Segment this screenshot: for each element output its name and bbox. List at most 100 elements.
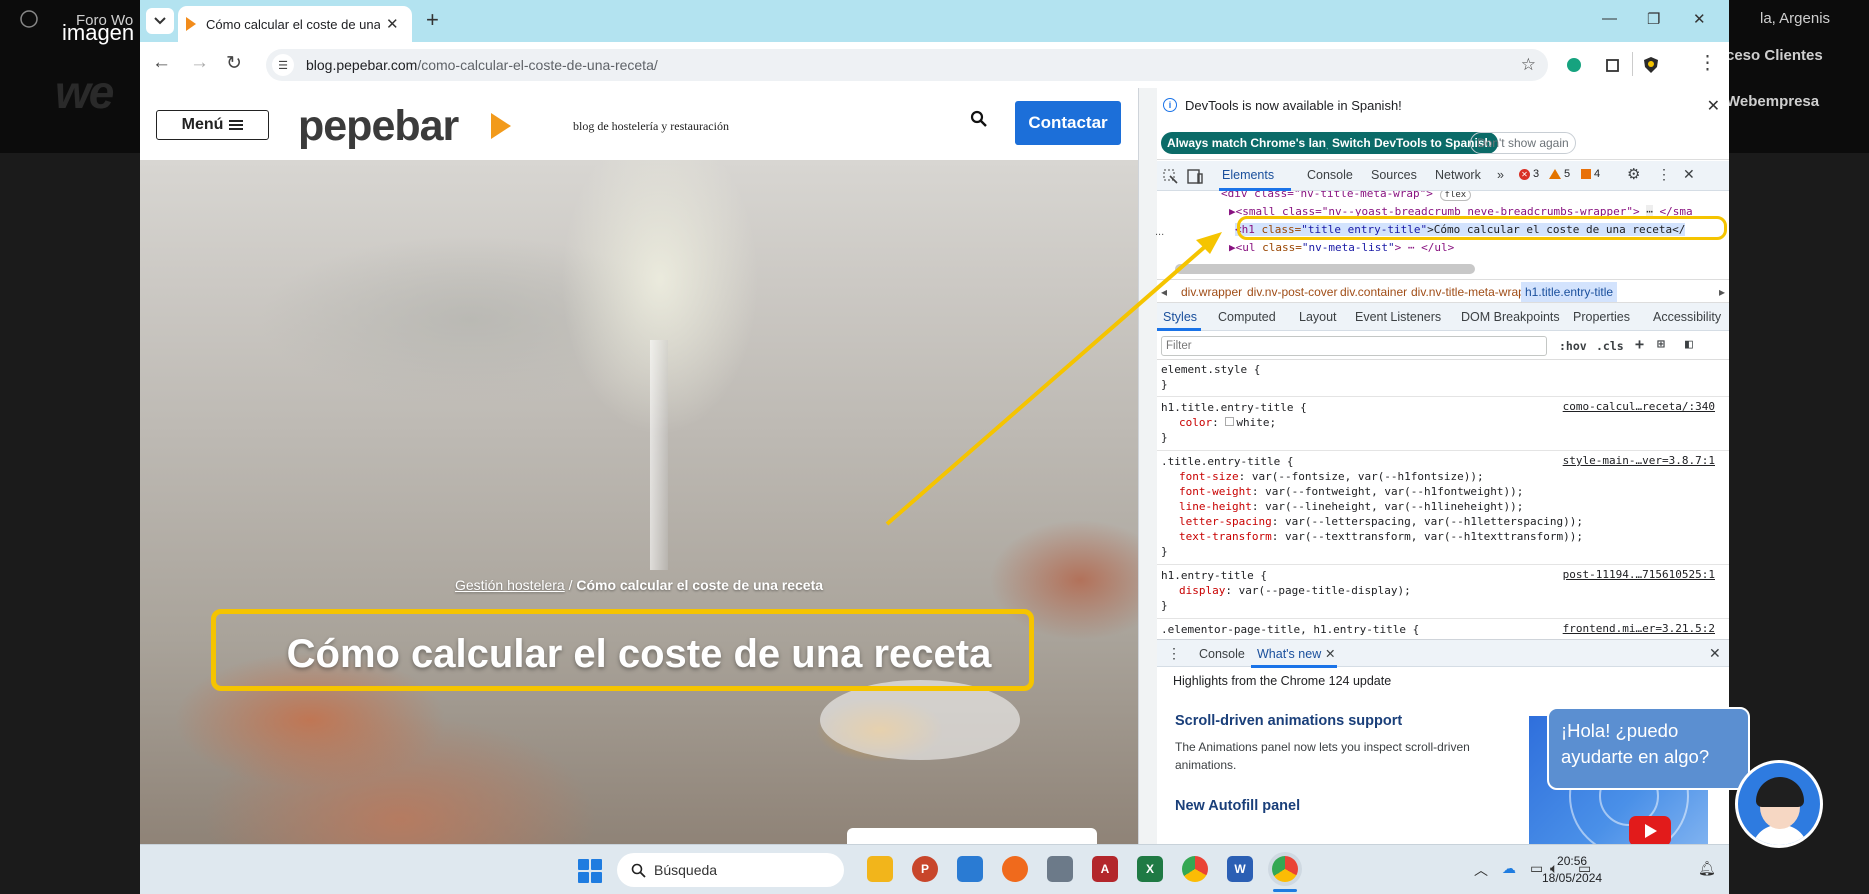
crumb-container[interactable]: div.container (1340, 285, 1407, 299)
warnings-badge[interactable]: 5 (1549, 168, 1570, 180)
new-style-rule-icon[interactable]: + (1635, 335, 1644, 353)
drawer-close-icon[interactable]: ✕ (1709, 645, 1721, 662)
browser-menu-icon[interactable]: ⋮ (1698, 52, 1717, 75)
tray-chevron-up-icon[interactable]: ︿ (1474, 860, 1488, 880)
rule-declaration[interactable]: display: var(--page-title-display); (1161, 583, 1721, 598)
element-state-icon[interactable]: ⊞ (1657, 337, 1665, 352)
errors-badge[interactable]: ✕ 3 (1519, 168, 1539, 180)
crumbs-scroll-right-icon[interactable]: ▸ (1719, 285, 1725, 299)
youtube-play-icon[interactable] (1629, 816, 1671, 844)
chat-greeting-bubble[interactable]: ¡Hola! ¿puedo ayudarte en algo? (1547, 707, 1750, 790)
subtab-layout[interactable]: Layout (1299, 310, 1337, 324)
reload-icon[interactable]: ↻ (226, 52, 242, 75)
dont-show-again-button[interactable]: Don't show again (1470, 132, 1576, 154)
extension-chatgpt-icon[interactable] (1565, 56, 1583, 74)
crumb-wrapper[interactable]: div.wrapper (1181, 285, 1242, 299)
address-bar[interactable]: ☰ blog.pepebar.com/como-calcular-el-cost… (266, 49, 1548, 81)
dom-node-meta-list[interactable]: ▶<ul class="nv-meta-list"> ⋯ </ul> (1229, 241, 1454, 254)
device-toolbar-icon[interactable] (1187, 169, 1203, 184)
crumb-h1-active[interactable]: h1.title.entry-title (1521, 282, 1618, 302)
store-icon[interactable] (957, 856, 983, 882)
notification-bell-icon[interactable]: 🔔︎ (1698, 860, 1716, 877)
dom-horizontal-scrollbar[interactable] (1175, 264, 1475, 274)
subtab-styles[interactable]: Styles (1163, 310, 1197, 324)
chrome-icon[interactable] (1182, 856, 1208, 882)
powerpoint-icon[interactable]: P (912, 856, 938, 882)
word-icon[interactable]: W (1227, 856, 1253, 882)
rule-declaration[interactable]: font-size: var(--fontsize, var(--h1fonts… (1161, 469, 1721, 484)
drawer-tab-console[interactable]: Console (1199, 647, 1245, 661)
excel-icon[interactable]: X (1137, 856, 1163, 882)
firefox-icon[interactable] (1002, 856, 1028, 882)
drawer-tab-whats-new[interactable]: What's new (1257, 647, 1321, 661)
expand-triangle-icon[interactable]: ▶ (1229, 205, 1236, 218)
tab-elements[interactable]: Elements (1222, 168, 1274, 182)
more-tabs-icon[interactable]: » (1497, 168, 1504, 182)
drawer-tab-close-icon[interactable]: ✕ (1325, 646, 1335, 661)
tab-console[interactable]: Console (1307, 168, 1353, 182)
bookmark-star-icon[interactable]: ☆ (1521, 55, 1536, 75)
chat-assistant-avatar[interactable] (1735, 760, 1823, 848)
browser-tab-active[interactable]: Cómo calcular el coste de una r ✕ (178, 6, 412, 42)
toggle-sidebar-icon[interactable]: ◧ (1685, 337, 1693, 352)
color-swatch-icon[interactable] (1225, 417, 1235, 426)
subtab-event-listeners[interactable]: Event Listeners (1355, 310, 1441, 324)
tab-network[interactable]: Network (1435, 168, 1481, 182)
chrome-active-icon[interactable] (1272, 856, 1298, 882)
rule-source-link[interactable]: frontend.mi…er=3.21.5:2 (1563, 622, 1715, 635)
rule-source-link[interactable]: style-main-…ver=3.8.7:1 (1563, 454, 1715, 467)
flex-badge[interactable]: flex (1439, 191, 1472, 201)
class-toggle[interactable]: .cls (1596, 339, 1624, 353)
subtab-properties[interactable]: Properties (1573, 310, 1630, 324)
site-info-icon[interactable]: ☰ (272, 54, 294, 76)
devtools-menu-icon[interactable]: ⋮ (1657, 166, 1671, 183)
expand-triangle-icon[interactable]: ▶ (1229, 241, 1236, 254)
back-icon[interactable]: ← (152, 52, 171, 74)
taskbar-search[interactable]: Búsqueda (617, 853, 844, 887)
whats-new-heading-2[interactable]: New Autofill panel (1175, 798, 1300, 814)
rule-declaration[interactable]: font-weight: var(--fontweight, var(--h1f… (1161, 484, 1721, 499)
drawer-menu-icon[interactable]: ⋮ (1167, 645, 1181, 662)
settings-gear-icon[interactable]: ⚙ (1627, 165, 1640, 183)
crumb-post-cover[interactable]: div.nv-post-cover (1247, 285, 1337, 299)
rule-declaration[interactable]: line-height: var(--lineheight, var(--h1l… (1161, 499, 1721, 514)
rule-source-link[interactable]: como-calcul…receta/:340 (1563, 400, 1715, 413)
subtab-accessibility[interactable]: Accessibility (1653, 310, 1721, 324)
calculator-icon[interactable] (1047, 856, 1073, 882)
rule-source-link[interactable]: post-11194.…715610525:1 (1563, 568, 1715, 581)
rule-declaration[interactable]: color: white; (1161, 415, 1721, 430)
subtab-computed[interactable]: Computed (1218, 310, 1276, 324)
file-explorer-icon[interactable] (867, 856, 893, 882)
new-tab-button[interactable]: + (426, 7, 439, 33)
hover-state-toggle[interactable]: :hov (1559, 339, 1587, 353)
minimize-icon[interactable]: — (1602, 10, 1617, 27)
access-icon[interactable]: A (1092, 856, 1118, 882)
restore-icon[interactable]: ❐ (1647, 10, 1660, 28)
styles-filter-input[interactable]: Filter (1161, 336, 1547, 356)
taskbar-clock[interactable]: 20:56 18/05/2024 (1542, 853, 1602, 887)
windows-start-icon[interactable] (578, 859, 602, 883)
inspect-element-icon[interactable] (1163, 169, 1178, 184)
dom-row-ellipsis[interactable]: ... (1155, 226, 1164, 238)
site-logo[interactable]: pepebar (298, 102, 459, 151)
rule-declaration[interactable]: letter-spacing: var(--letterspacing, var… (1161, 514, 1721, 529)
onedrive-cloud-icon[interactable]: ☁ (1502, 860, 1516, 877)
issues-badge[interactable]: 4 (1581, 168, 1600, 180)
subtab-dom-breakpoints[interactable]: DOM Breakpoints (1461, 310, 1560, 324)
profile-shield-icon[interactable] (1642, 56, 1660, 74)
whats-new-heading-1[interactable]: Scroll-driven animations support (1175, 713, 1402, 729)
breadcrumb-link[interactable]: Gestión hostelera (455, 577, 565, 593)
crumb-title-meta-wrap[interactable]: div.nv-title-meta-wrap (1411, 285, 1525, 299)
forward-icon[interactable]: → (190, 52, 209, 74)
crumbs-scroll-left-icon[interactable]: ◂ (1161, 285, 1167, 299)
window-close-icon[interactable]: ✕ (1693, 10, 1706, 28)
site-menu-button[interactable]: Menú (156, 110, 269, 140)
infobar-close-icon[interactable]: ✕ (1707, 96, 1720, 116)
rule-declaration[interactable]: text-transform: var(--texttransform, var… (1161, 529, 1721, 544)
devtools-close-icon[interactable]: ✕ (1683, 166, 1695, 183)
contact-button[interactable]: Contactar (1015, 101, 1121, 145)
dom-node-title-meta-wrap[interactable]: <div class="nv-title-meta-wrap"> flex (1221, 191, 1472, 201)
tab-sources[interactable]: Sources (1371, 168, 1417, 182)
extensions-puzzle-icon[interactable] (1604, 56, 1622, 74)
rule-selector[interactable]: element.style { (1161, 362, 1721, 377)
